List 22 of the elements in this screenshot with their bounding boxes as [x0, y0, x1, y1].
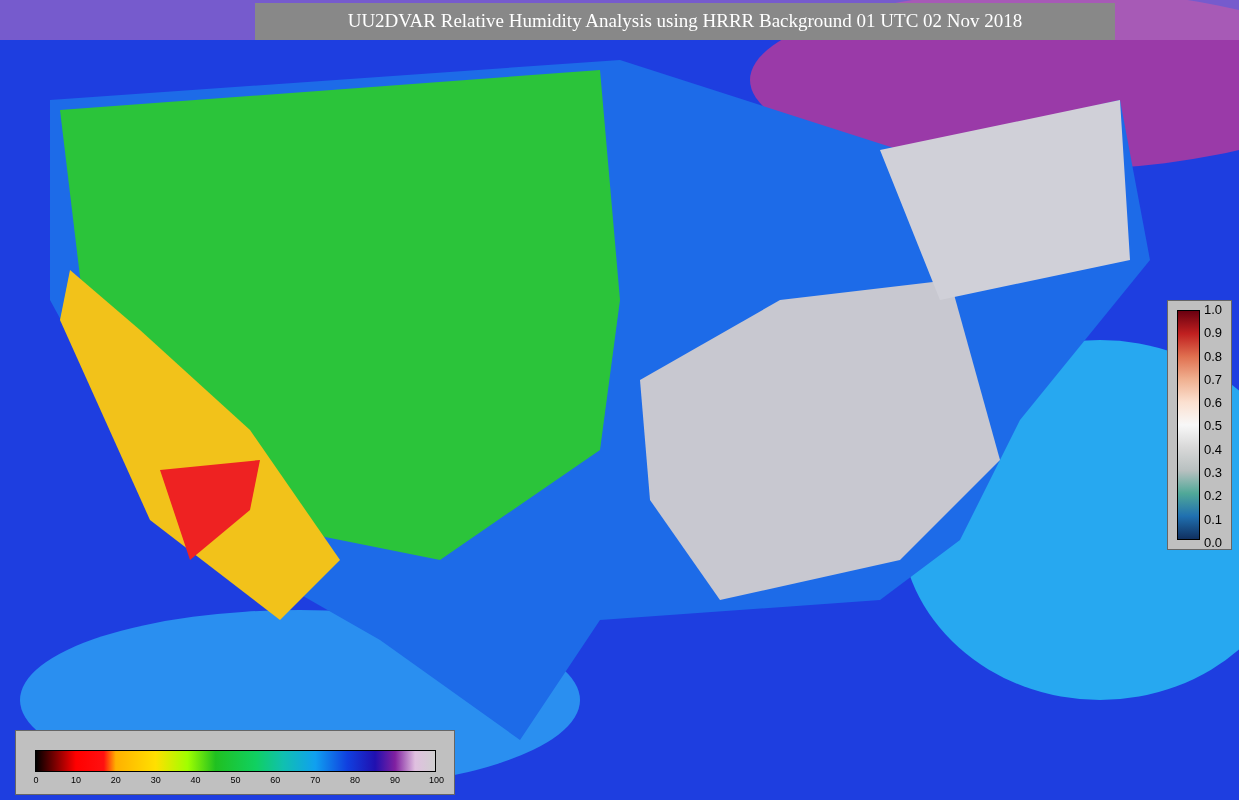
tick-label: 1.0	[1204, 302, 1223, 317]
tick-label: 0.4	[1204, 441, 1223, 457]
map-title: UU2DVAR Relative Humidity Analysis using HRRR Background 01 UTC 02 Nov 2018	[255, 3, 1115, 40]
tick-label: 0.7	[1204, 371, 1223, 387]
tick-label: 20	[109, 775, 122, 785]
tick-label: 0.8	[1204, 348, 1223, 364]
tick-label: 0.9	[1204, 325, 1223, 341]
tick-label: 70	[309, 775, 322, 785]
tick-label: 80	[349, 775, 362, 785]
tick-label: 0.3	[1204, 465, 1223, 481]
tick-label: 0.5	[1204, 418, 1223, 434]
tick-label: 0.6	[1204, 395, 1223, 411]
tick-label: 30	[149, 775, 162, 785]
tick-label: 0	[32, 775, 40, 785]
tick-label: 50	[229, 775, 242, 785]
tick-label: 60	[269, 775, 282, 785]
tick-label: 40	[189, 775, 202, 785]
tick-label: 0.0	[1204, 534, 1223, 550]
tick-label: 10	[69, 775, 82, 785]
tick-label: 0.2	[1204, 488, 1223, 504]
tick-label: 90	[389, 775, 401, 785]
tick-label: 0.1	[1204, 511, 1223, 527]
